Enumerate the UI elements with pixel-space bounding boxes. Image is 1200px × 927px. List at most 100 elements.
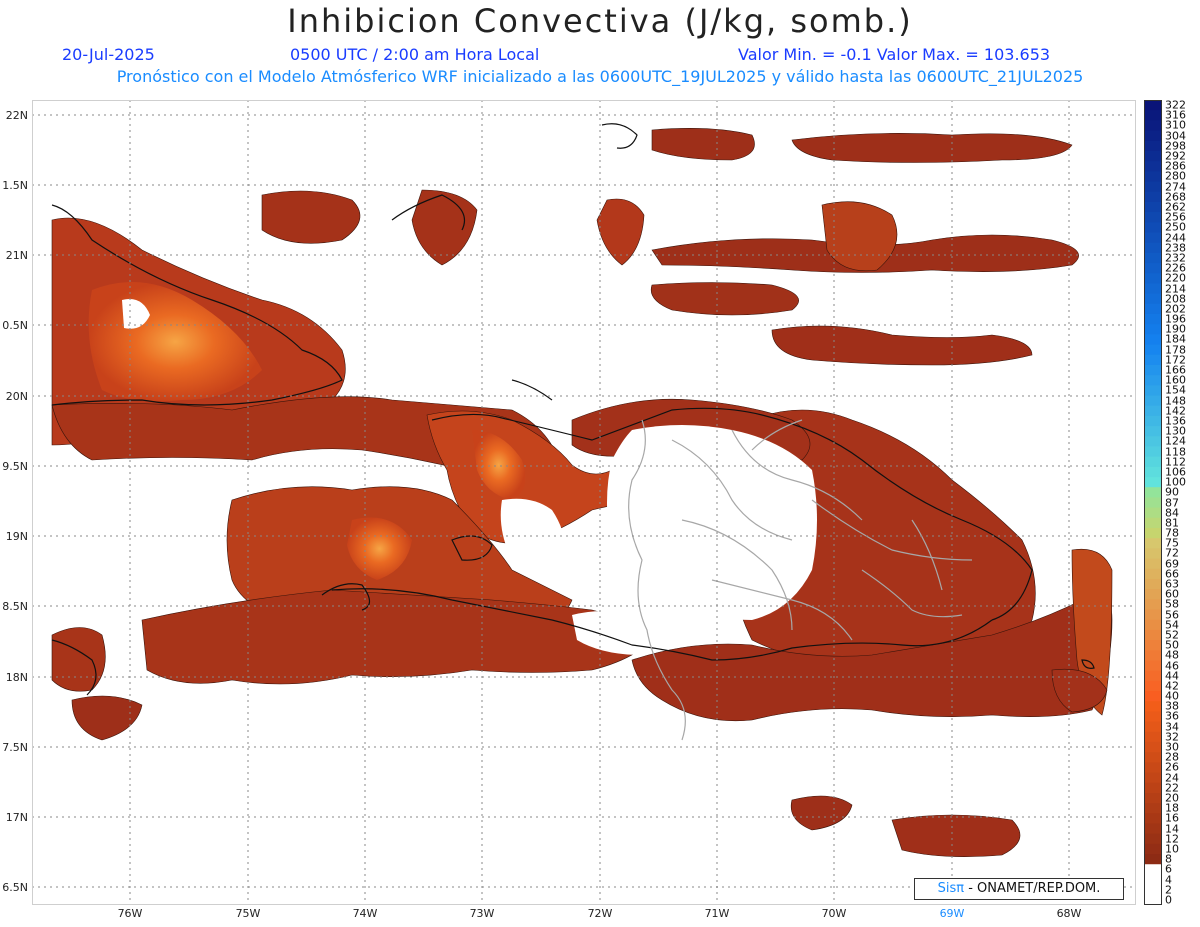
- colorbar-swatch: [1144, 140, 1162, 152]
- colorbar-swatch: [1144, 650, 1162, 661]
- colorbar-swatch: [1144, 191, 1162, 203]
- colorbar-swatch: [1144, 568, 1162, 580]
- colorbar-swatch: [1144, 640, 1162, 651]
- lat-label: 18N: [5, 671, 28, 684]
- colorbar-swatch: [1144, 324, 1162, 335]
- lon-label: 76W: [117, 907, 143, 920]
- colorbar-swatch: [1144, 548, 1162, 560]
- colorbar-swatch: [1144, 762, 1162, 774]
- colorbar-swatch: [1144, 507, 1162, 519]
- colorbar-swatch: [1144, 711, 1162, 723]
- colorbar-swatch: [1144, 477, 1162, 488]
- colorbar-swatch: [1144, 589, 1162, 600]
- lat-label: 17N: [5, 811, 28, 824]
- colorbar-swatch: [1144, 303, 1162, 315]
- lat-label: 20N: [5, 390, 28, 403]
- colorbar-swatch: [1144, 792, 1162, 804]
- colorbar-swatch: [1144, 161, 1162, 172]
- colorbar-swatch: [1144, 680, 1162, 692]
- colorbar-swatch: [1144, 415, 1162, 427]
- colorbar-swatch: [1144, 344, 1162, 356]
- lon-label: 75W: [235, 907, 261, 920]
- colorbar-swatch: [1144, 884, 1162, 896]
- colorbar-swatch: [1144, 100, 1162, 111]
- colorbar-swatch: [1144, 293, 1162, 305]
- colorbar-swatch: [1144, 395, 1162, 407]
- colorbar-swatch: [1144, 803, 1162, 814]
- colorbar-swatch: [1144, 558, 1162, 570]
- forecast-info: Pronóstico con el Modelo Atmósferico WRF…: [116, 67, 1084, 86]
- lat-label: 19N: [5, 530, 28, 543]
- colorbar-swatch: [1144, 497, 1162, 509]
- colorbar-swatch: [1144, 670, 1162, 682]
- lon-label: 71W: [704, 907, 730, 920]
- lon-label: 69W: [939, 907, 965, 920]
- lon-label: 68W: [1056, 907, 1082, 920]
- lat-label: 8.5N: [2, 600, 28, 613]
- colorbar-swatch: [1144, 578, 1162, 590]
- colorbar-labels: 322 316 310 304 298 292 286 280 274 268 262 256 250 2…: [1163, 100, 1200, 907]
- colorbar-swatch: [1144, 263, 1162, 274]
- cin-region-jamaica: [51, 627, 106, 692]
- cin-region-bahamas: [261, 190, 361, 244]
- colorbar-swatch: [1144, 538, 1162, 549]
- lat-label: 6.5N: [2, 881, 28, 894]
- cin-region-north-2: [650, 282, 799, 316]
- colorbar-swatch: [1144, 823, 1162, 835]
- colorbar-swatch: [1144, 436, 1162, 447]
- colorbar-swatch: [1144, 150, 1162, 162]
- lat-label: 22N: [5, 109, 28, 122]
- colorbar-swatch: [1144, 242, 1162, 254]
- colorbar-label: 0: [1165, 893, 1172, 907]
- colorbar-swatch: [1144, 517, 1162, 529]
- colorbar-swatch: [1144, 405, 1162, 417]
- colorbar-swatch: [1144, 864, 1162, 875]
- colorbar-swatch: [1144, 894, 1162, 905]
- colorbar-swatch: [1144, 833, 1162, 845]
- lon-label: 72W: [587, 907, 613, 920]
- colorbar-swatch: [1144, 446, 1162, 458]
- colorbar-swatch: [1144, 731, 1162, 743]
- lat-label: 7.5N: [2, 741, 28, 754]
- date-label: 20-Jul-2025: [62, 45, 155, 64]
- min-max-label: Valor Min. = -0.1 Valor Max. = 103.653: [738, 45, 1051, 64]
- colorbar-swatch: [1144, 426, 1162, 437]
- colorbar-swatch: [1144, 171, 1162, 183]
- colorbar-swatch: [1144, 527, 1162, 539]
- credit-label: - ONAMET/REP.DOM.: [964, 881, 1101, 896]
- colorbar-swatch: [1144, 364, 1162, 376]
- lat-label: 21N: [5, 249, 28, 262]
- colorbar-swatch: [1144, 752, 1162, 763]
- colorbar-swatch: [1144, 375, 1162, 386]
- brand-label: Sisπ: [937, 881, 965, 896]
- colorbar-swatch: [1144, 813, 1162, 824]
- colorbar-swatch: [1144, 741, 1162, 753]
- colorbar-swatch: [1144, 599, 1162, 610]
- colorbar-swatch: [1144, 120, 1162, 132]
- lat-label: 0.5N: [2, 319, 28, 332]
- lon-label: 74W: [352, 907, 378, 920]
- colorbar-swatch: [1144, 313, 1162, 325]
- colorbar-swatch: [1144, 232, 1162, 244]
- colorbar-swatch: [1144, 854, 1162, 865]
- colorbar-swatch: [1144, 283, 1162, 295]
- colorbar-swatch: [1144, 181, 1162, 193]
- colorbar-swatch: [1144, 110, 1162, 121]
- colorbar-swatch: [1144, 201, 1162, 213]
- colorbar-swatch: [1144, 874, 1162, 886]
- colorbar-swatch: [1144, 354, 1162, 366]
- credit-box: Sisπ - ONAMET/REP.DOM.: [914, 878, 1124, 900]
- colorbar-swatch: [1144, 273, 1162, 284]
- colorbar-swatch: [1144, 609, 1162, 621]
- colorbar-swatch: [1144, 843, 1162, 855]
- colorbar-swatch: [1144, 334, 1162, 346]
- colorbar-swatch: [1144, 691, 1162, 702]
- colorbar-swatch: [1144, 701, 1162, 712]
- colorbar-swatch: [1144, 772, 1162, 784]
- colorbar-swatch: [1144, 619, 1162, 631]
- colorbar-swatch: [1144, 252, 1162, 264]
- cin-region-south-1: [891, 814, 1021, 857]
- colorbar-swatch: [1144, 660, 1162, 672]
- time-label: 0500 UTC / 2:00 am Hora Local: [290, 45, 540, 64]
- colorbar-swatch: [1144, 130, 1162, 142]
